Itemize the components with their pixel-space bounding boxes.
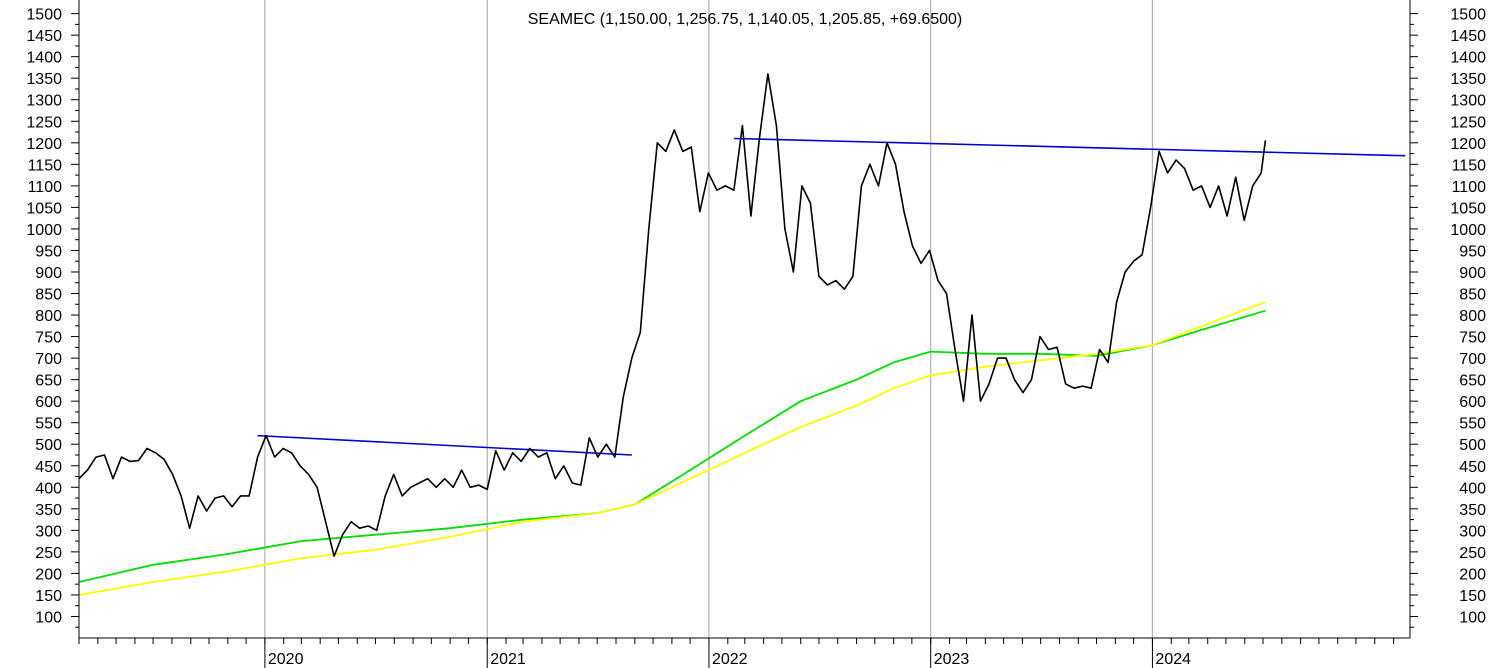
y-tick-label-right: 550 [1459, 416, 1486, 433]
y-tick-label-left: 900 [35, 265, 62, 282]
y-tick-label-left: 150 [35, 588, 62, 605]
y-tick-label-left: 750 [35, 330, 62, 347]
y-tick-label-left: 250 [35, 545, 62, 562]
y-tick-label-right: 350 [1459, 502, 1486, 519]
y-tick-label-right: 1450 [1450, 28, 1486, 45]
y-tick-label-left: 550 [35, 416, 62, 433]
y-tick-label-right: 1500 [1450, 7, 1486, 24]
y-tick-label-right: 750 [1459, 330, 1486, 347]
y-tick-label-left: 200 [35, 566, 62, 583]
y-tick-label-left: 1150 [28, 157, 63, 174]
moving-average-lines [78, 301, 1266, 596]
y-tick-label-left: 700 [35, 351, 62, 368]
y-tick-label-right: 1350 [1450, 71, 1486, 88]
y-tick-label-right: 500 [1459, 437, 1486, 454]
chart-title: SEAMEC (1,150.00, 1,256.75, 1,140.05, 1,… [528, 11, 963, 28]
y-tick-label-right: 800 [1459, 308, 1486, 325]
y-tick-label-right: 450 [1459, 459, 1486, 476]
price-series [78, 73, 1267, 557]
y-tick-label-left: 950 [35, 243, 62, 260]
y-tick-label-left: 1400 [26, 50, 62, 67]
y-tick-label-left: 1200 [26, 136, 62, 153]
year-grid-lines [264, 0, 1154, 638]
x-tick-label: 2021 [490, 651, 526, 668]
price-chart: 2020 2021 2022 2023 2024 100 100 150 150 200 200 25… [26, 0, 1487, 668]
x-tick-label: 2024 [1155, 651, 1191, 668]
y-tick-label-right: 650 [1459, 373, 1486, 390]
y-tick-label-right: 150 [1459, 588, 1486, 605]
x-tick-label: 2022 [712, 651, 748, 668]
y-tick-label-right: 850 [1459, 287, 1486, 304]
y-tick-label-left: 1000 [26, 222, 62, 239]
y-tick-label-right: 300 [1459, 523, 1486, 540]
trendline-1 [257, 434, 632, 456]
y-tick-label-right: 950 [1459, 243, 1486, 260]
y-tick-label-right: 900 [1459, 265, 1486, 282]
y-tick-label-left: 350 [35, 502, 62, 519]
y-tick-label-right: 1100 [1452, 179, 1487, 196]
ma-slow-line [78, 301, 1266, 596]
y-tick-label-left: 300 [35, 523, 62, 540]
y-tick-label-left: 400 [35, 480, 62, 497]
y-tick-label-left: 1100 [28, 179, 63, 196]
y-tick-label-left: 100 [35, 609, 62, 626]
trendline-2 [733, 137, 1406, 157]
y-tick-label-left: 600 [35, 394, 62, 411]
y-tick-label-right: 1400 [1450, 50, 1486, 67]
y-tick-label-right: 200 [1459, 566, 1486, 583]
y-tick-label-right: 1000 [1450, 222, 1486, 239]
y-tick-label-right: 100 [1459, 609, 1486, 626]
y-tick-label-right: 1050 [1450, 200, 1486, 217]
x-tick-label: 2023 [934, 651, 970, 668]
x-tick-label: 2020 [268, 651, 304, 668]
y-tick-label-left: 850 [35, 287, 62, 304]
y-tick-label-right: 1200 [1450, 136, 1486, 153]
y-tick-label-left: 450 [35, 459, 62, 476]
y-tick-label-right: 600 [1459, 394, 1486, 411]
y-tick-label-left: 800 [35, 308, 62, 325]
y-tick-label-left: 1250 [26, 114, 62, 131]
y-tick-label-left: 1450 [26, 28, 62, 45]
y-tick-label-right: 1150 [1452, 157, 1487, 174]
y-tick-label-right: 700 [1459, 351, 1486, 368]
y-tick-label-right: 250 [1459, 545, 1486, 562]
y-tick-label-right: 1300 [1450, 93, 1486, 110]
y-tick-label-left: 1050 [26, 200, 62, 217]
y-tick-label-left: 1300 [26, 93, 62, 110]
y-tick-label-left: 650 [35, 373, 62, 390]
y-tick-label-left: 1350 [26, 71, 62, 88]
y-tick-label-left: 500 [35, 437, 62, 454]
y-tick-label-right: 1250 [1450, 114, 1486, 131]
y-tick-label-left: 1500 [26, 7, 62, 24]
y-tick-label-right: 400 [1459, 480, 1486, 497]
price-line [78, 73, 1267, 557]
ma-fast-line [78, 309, 1266, 583]
